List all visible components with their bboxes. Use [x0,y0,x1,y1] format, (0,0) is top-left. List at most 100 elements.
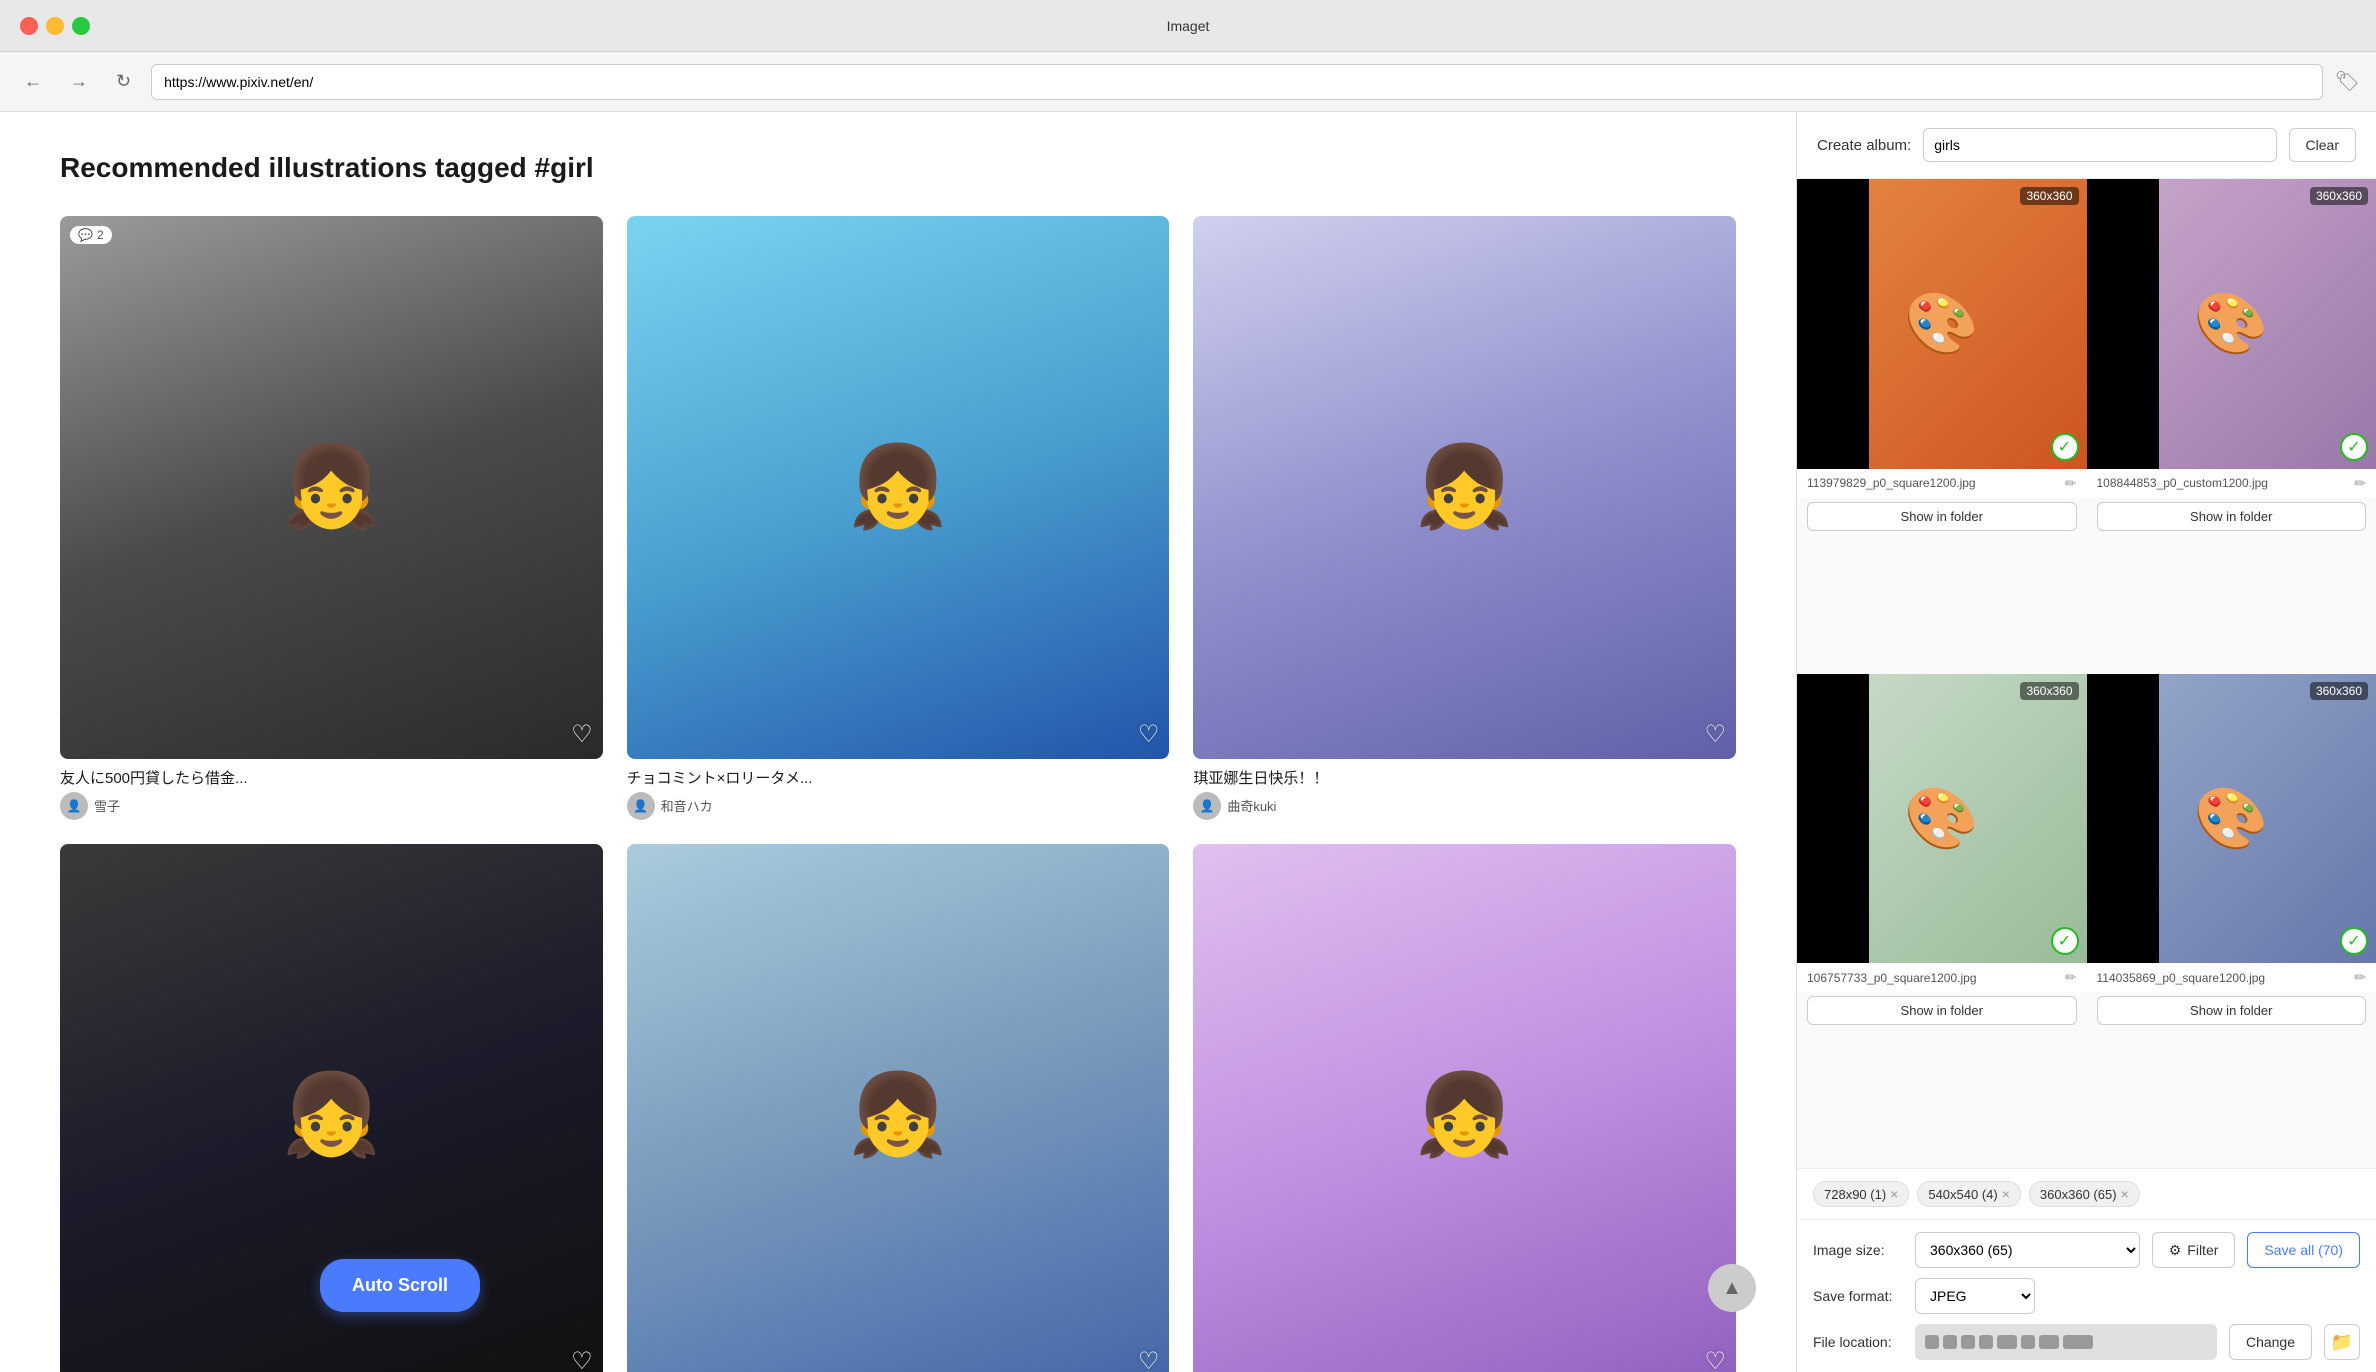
clear-button[interactable]: Clear [2289,128,2356,162]
show-in-folder-button[interactable]: Show in folder [2097,502,2367,531]
titlebar-buttons [20,17,90,35]
image-dimensions-badge: 360x360 [2310,682,2368,700]
favorite-button[interactable]: ♡ [1138,720,1160,749]
avatar: 👤 [627,792,655,820]
favorite-button[interactable]: ♡ [1138,1347,1160,1372]
path-segment [2021,1335,2035,1349]
favorite-button[interactable]: ♡ [571,1347,593,1372]
sidebar-bottom-controls: Image size: 360x360 (65) 540x540 (4) 728… [1797,1219,2376,1372]
image-size-row: Image size: 360x360 (65) 540x540 (4) 728… [1813,1232,2360,1268]
file-location-label: File location: [1813,1334,1903,1350]
show-in-folder-button[interactable]: Show in folder [1807,996,2077,1025]
main-area: Recommended illustrations tagged #girl 👧… [0,112,2376,1372]
album-name-input[interactable] [1923,128,2276,162]
edit-icon[interactable]: ✏ [2065,475,2077,492]
album-header: Create album: Clear [1797,112,2376,179]
close-button[interactable] [20,17,38,35]
image-filename: 106757733_p0_square1200.jpg [1807,971,2059,985]
illust-author: 👤 雪子 [60,792,603,820]
path-segment [1943,1335,1957,1349]
sidebar-image-card: 🎨 360x360 ✓ 113979829_p0_square1200.jpg … [1797,179,2087,674]
image-size-select[interactable]: 360x360 (65) 540x540 (4) 728x90 (1) [1915,1232,2140,1268]
check-badge: ✓ [2051,927,2079,955]
open-folder-button[interactable]: 📁 [2324,1324,2360,1360]
image-filename: 114035869_p0_square1200.jpg [2097,971,2349,985]
save-all-button[interactable]: Save all (70) [2247,1232,2360,1268]
edit-icon[interactable]: ✏ [2354,475,2366,492]
illustrations-grid: 👧 💬 2 ♡ 友人に500円貸したら借金... 👤 雪子 👧 ♡ [60,216,1736,1372]
browser-panel: Recommended illustrations tagged #girl 👧… [0,112,1796,1372]
url-input[interactable] [151,64,2323,100]
path-segment [2063,1335,2093,1349]
sidebar-images-grid: 🎨 360x360 ✓ 113979829_p0_square1200.jpg … [1797,179,2376,1168]
scroll-up-button[interactable]: ▲ [1708,1264,1756,1312]
path-segment [1979,1335,1993,1349]
tag-remove-button[interactable]: × [2121,1186,2129,1202]
tag-chip: 360x360 (65) × [2029,1181,2140,1207]
image-filename: 113979829_p0_square1200.jpg [1807,476,2059,490]
save-format-select[interactable]: JPEG PNG WEBP [1915,1278,2035,1314]
tag-chip: 728x90 (1) × [1813,1181,1909,1207]
favorite-button[interactable]: ♡ [571,720,593,749]
minimize-button[interactable] [46,17,64,35]
refresh-button[interactable]: ↻ [108,67,139,96]
image-dimensions-badge: 360x360 [2020,187,2078,205]
save-format-row: Save format: JPEG PNG WEBP [1813,1278,2360,1314]
check-badge: ✓ [2051,433,2079,461]
show-in-folder-button[interactable]: Show in folder [2097,996,2367,1025]
app-title: Imaget [1167,18,1210,34]
avatar: 👤 [60,792,88,820]
change-location-button[interactable]: Change [2229,1324,2312,1360]
sidebar-panel: Create album: Clear 🎨 360x360 ✓ 11397982… [1796,112,2376,1372]
edit-icon[interactable]: ✏ [2065,969,2077,986]
illust-title: チョコミント×ロリータメ... [627,767,1170,788]
image-filename: 108844853_p0_custom1200.jpg [2097,476,2349,490]
maximize-button[interactable] [72,17,90,35]
path-segment [1997,1335,2017,1349]
illust-title: 琪亚娜生日快乐！！ [1193,767,1736,788]
illust-title: 友人に500円貸したら借金... [60,767,603,788]
filter-button[interactable]: ⚙ Filter [2152,1232,2236,1268]
sidebar-image-card: 🎨 360x360 ✓ 106757733_p0_square1200.jpg … [1797,674,2087,1169]
image-name-row: 108844853_p0_custom1200.jpg ✏ [2087,469,2376,498]
filter-icon: ⚙ [2169,1242,2182,1259]
album-label: Create album: [1817,137,1911,154]
file-location-row: File location: Change 📁 [1813,1324,2360,1360]
back-button[interactable]: ← [16,67,50,96]
favorite-button[interactable]: ♡ [1704,1347,1726,1372]
bookmark-icon[interactable]: 🏷 [2335,69,2360,94]
file-location-path [1915,1324,2217,1360]
image-dimensions-badge: 360x360 [2310,187,2368,205]
list-item[interactable]: 👧 ♡ チョコミント×ロリータメ... 👤 和音ハカ [627,216,1170,820]
check-badge: ✓ [2340,433,2368,461]
forward-button[interactable]: → [62,67,96,96]
tag-remove-button[interactable]: × [1890,1186,1898,1202]
image-name-row: 113979829_p0_square1200.jpg ✏ [1797,469,2087,498]
check-badge: ✓ [2340,927,2368,955]
list-item[interactable]: 👧 💬 2 ♡ 友人に500円貸したら借金... 👤 雪子 [60,216,603,820]
tag-chip: 540x540 (4) × [1917,1181,2021,1207]
show-in-folder-button[interactable]: Show in folder [1807,502,2077,531]
illust-author: 👤 曲奇kuki [1193,792,1736,820]
sidebar-image-card: 🎨 360x360 ✓ 114035869_p0_square1200.jpg … [2087,674,2376,1169]
list-item[interactable]: 👧 ♡ . 👤 GIN [627,844,1170,1372]
path-segment [1925,1335,1939,1349]
path-segment [1961,1335,1975,1349]
auto-scroll-button[interactable]: Auto Scroll [320,1259,480,1312]
list-item[interactable]: 👧 ♡ 20231207 👤 中华漫 [1193,844,1736,1372]
page-heading: Recommended illustrations tagged #girl [60,152,1736,184]
tags-row: 728x90 (1) × 540x540 (4) × 360x360 (65) … [1797,1168,2376,1219]
image-dimensions-badge: 360x360 [2020,682,2078,700]
titlebar: Imaget [0,0,2376,52]
folder-icon: 📁 [2331,1332,2353,1353]
comment-badge: 💬 2 [70,226,112,244]
sidebar-image-card: 🎨 360x360 ✓ 108844853_p0_custom1200.jpg … [2087,179,2376,674]
tag-remove-button[interactable]: × [2002,1186,2010,1202]
list-item[interactable]: 👧 ♡ 琪亚娜生日快乐！！ 👤 曲奇kuki [1193,216,1736,820]
browser-toolbar: ← → ↻ 🏷 [0,52,2376,112]
save-format-label: Save format: [1813,1288,1903,1304]
image-name-row: 114035869_p0_square1200.jpg ✏ [2087,963,2376,992]
path-segment [2039,1335,2059,1349]
edit-icon[interactable]: ✏ [2354,969,2366,986]
favorite-button[interactable]: ♡ [1704,720,1726,749]
